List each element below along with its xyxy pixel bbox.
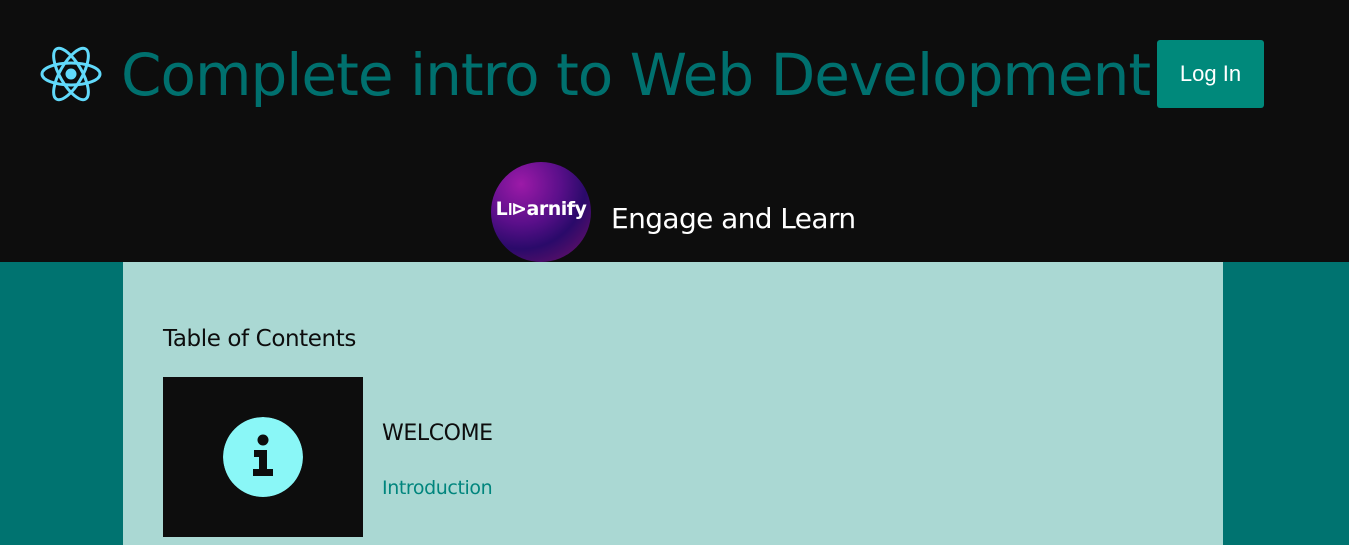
brand-logo: L⧐arnify <box>491 162 591 262</box>
site-header: Complete intro to Web Development Log In… <box>0 0 1349 262</box>
tagline: Engage and Learn <box>611 202 856 235</box>
info-icon <box>223 417 303 497</box>
login-button[interactable]: Log In <box>1157 40 1264 108</box>
toc-section-title: WELCOME <box>382 421 493 446</box>
content-panel: Table of Contents WELCOME Introduction <box>123 262 1223 545</box>
react-logo-icon[interactable] <box>39 45 103 103</box>
toc-link-introduction[interactable]: Introduction <box>382 475 493 501</box>
toc-section-thumbnail[interactable] <box>163 377 363 537</box>
site-title: Complete intro to Web Development <box>121 41 1151 109</box>
brand-logo-text: L⧐arnify <box>495 198 587 220</box>
toc-heading: Table of Contents <box>163 326 356 352</box>
